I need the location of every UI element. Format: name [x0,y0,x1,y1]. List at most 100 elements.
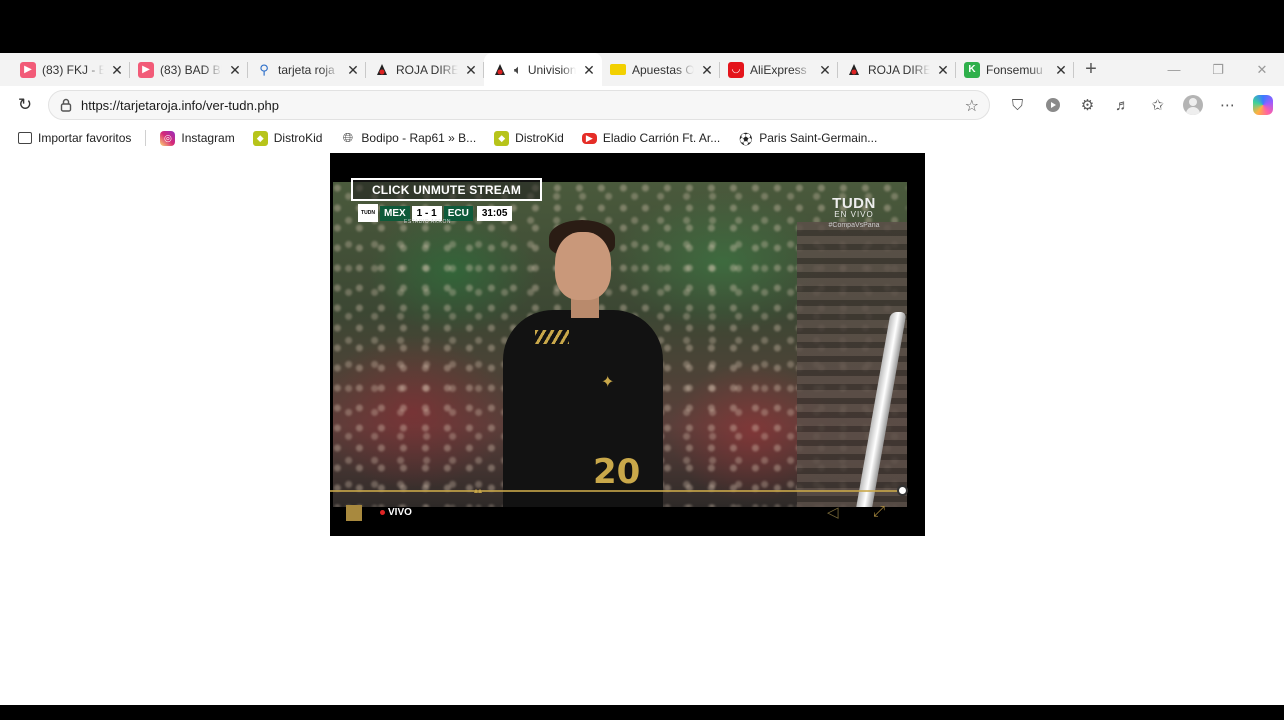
close-window-button[interactable]: ✕ [1240,53,1284,86]
soccer-ball-icon: ⚽︎ [739,131,753,147]
close-icon[interactable]: ✕ [110,63,124,77]
youtube-icon: ▶ [20,61,36,78]
player-controls: VIVO ◁ ⤢ [330,501,925,529]
instagram-icon: ◎ [160,130,176,146]
page-content: ✦ 20 CLICK UNMUTE STREAM TUDN MEX 1 - 1 … [0,152,1284,705]
bottom-letterbox [0,705,1284,720]
tab-title: Univision [527,62,576,77]
bookmark-distrokid-2[interactable]: ◆ DistroKid [494,130,564,146]
tab-title: (83) BAD BUNNY [160,62,222,77]
unmute-stream-button[interactable]: CLICK UNMUTE STREAM [351,178,542,201]
search-icon: ⚲ [259,61,269,77]
new-tab-button[interactable]: + [1076,55,1106,85]
play-extension-icon[interactable] [1035,90,1070,120]
tab-title: (83) FKJ - E [42,62,104,77]
tab-4[interactable]: ROJA DIRECTA ✕ [366,53,484,86]
bookmark-separator [145,130,147,146]
close-icon[interactable]: ✕ [346,63,360,77]
bookmark-eladio[interactable]: ▶ Eladio Carrión Ft. Ar... [581,131,720,145]
close-icon[interactable]: ✕ [1054,63,1068,77]
shield-icon[interactable]: ⛉ [1000,90,1035,120]
video-frame[interactable]: ✦ 20 [333,182,907,507]
progress-bar[interactable] [330,490,903,492]
extensions-icon[interactable]: ⚙ [1070,90,1105,120]
scorebug-logo: TUDN [358,204,378,222]
top-letterbox [0,0,1284,53]
read-aloud-icon[interactable]: ♬ [1105,90,1140,120]
site-info-icon[interactable] [59,98,73,112]
tab-strip: ▶ (83) FKJ - E ✕ ▶ (83) BAD BUNNY ✕ ⚲ ta… [0,53,1284,86]
roja-icon [492,62,508,78]
youtube-icon: ▶ [138,61,154,78]
volume-icon[interactable]: ◁ [827,503,839,521]
tab-7[interactable]: ◡ AliExpress ✕ [720,53,838,86]
copilot-icon[interactable] [1245,90,1280,120]
tab-title: ROJA DIRECTA [868,62,930,77]
close-icon[interactable]: ✕ [582,63,596,77]
play-pause-button[interactable] [346,505,362,521]
tab-2[interactable]: ▶ (83) BAD BUNNY ✕ [130,53,248,86]
jersey-number: 20 [593,452,641,492]
toolbar-extensions: ⛉ ⚙ ♬ ✩ ⋯ [1000,90,1280,120]
tudn-hashtag: #CompaVsPana [828,222,880,229]
bookmark-label: DistroKid [515,131,564,145]
url-text: https://tarjetaroja.info/ver-tudn.php [81,97,280,113]
fonsemuu-icon: K [964,61,980,78]
copilot-logo [1252,95,1273,115]
import-icon [18,132,32,144]
match-clock: 31:05 [476,205,513,221]
minimize-button[interactable]: — [1152,53,1196,86]
bookmark-label: Importar favoritos [38,131,132,145]
tab-title: tarjeta roja [278,62,335,77]
progress-handle[interactable] [897,485,908,496]
browser-window: ▶ (83) FKJ - E ✕ ▶ (83) BAD BUNNY ✕ ⚲ ta… [0,53,1284,705]
tab-9[interactable]: K Fonsemuu ✕ [956,53,1074,86]
close-icon[interactable]: ✕ [700,63,714,77]
bookmark-psg[interactable]: ⚽︎ Paris Saint-Germain... [738,131,877,147]
stadium-name: ESTADIO AKRON [404,219,451,225]
close-icon[interactable]: ✕ [464,63,478,77]
crest-icon: ✦ [601,374,615,391]
tab-title: Fonsemuu [986,62,1043,77]
shoulder-stripes [535,330,569,344]
avatar [1182,95,1203,115]
footballer-figure: ✦ 20 [493,202,663,507]
tab-5-active[interactable]: 🔈︎ Univision ✕ [484,53,602,86]
restore-button[interactable]: ❐ [1196,53,1240,86]
favorites-icon[interactable]: ✩ [1140,90,1175,120]
favorite-star-icon[interactable]: ☆ [965,96,979,116]
more-menu-icon[interactable]: ⋯ [1210,90,1245,120]
bookmark-instagram[interactable]: ◎ Instagram [160,130,235,146]
bookmark-label: Instagram [181,131,235,145]
bookmark-label: Bodipo - Rap61 » B... [361,131,477,145]
tab-8[interactable]: ROJA DIRECTA ✕ [838,53,956,86]
tab-1[interactable]: ▶ (83) FKJ - E ✕ [12,53,130,86]
tab-title: Apuestas Online [632,62,694,77]
bookmark-label: DistroKid [273,131,323,145]
tab-title: AliExpress [750,62,807,77]
bookmark-bodipo[interactable]: 🌐︎ Bodipo - Rap61 » B... [340,130,477,146]
bookmark-import[interactable]: Importar favoritos [18,131,131,145]
live-dot-icon [380,510,385,515]
aliexpress-icon: ◡ [728,61,744,78]
profile-avatar[interactable] [1175,90,1210,120]
apuestas-icon [610,64,626,75]
tab-6[interactable]: Apuestas Online ✕ [602,53,720,86]
bookmark-distrokid[interactable]: ◆ DistroKid [252,130,323,146]
bookmarks-bar: Importar favoritos ◎ Instagram ◆ DistroK… [0,124,1284,152]
window-controls: — ❐ ✕ [1152,53,1284,86]
globe-icon: 🌐︎ [342,130,354,145]
close-icon[interactable]: ✕ [936,63,950,77]
close-icon[interactable]: ✕ [228,63,242,77]
youtube-icon: ▶ [581,132,597,144]
roja-icon [846,62,862,78]
speaker-icon[interactable]: 🔈︎ [514,62,522,78]
address-bar[interactable]: https://tarjetaroja.info/ver-tudn.php ☆ [48,90,990,120]
reload-button[interactable]: ↻ [12,92,38,118]
fullscreen-icon[interactable]: ⤢ [873,503,885,520]
close-icon[interactable]: ✕ [818,63,832,77]
video-player[interactable]: ✦ 20 CLICK UNMUTE STREAM TUDN MEX 1 - 1 … [330,153,925,536]
roja-icon [374,62,390,78]
tab-title: ROJA DIRECTA [396,62,458,77]
tab-3[interactable]: ⚲ tarjeta roja ✕ [248,53,366,86]
